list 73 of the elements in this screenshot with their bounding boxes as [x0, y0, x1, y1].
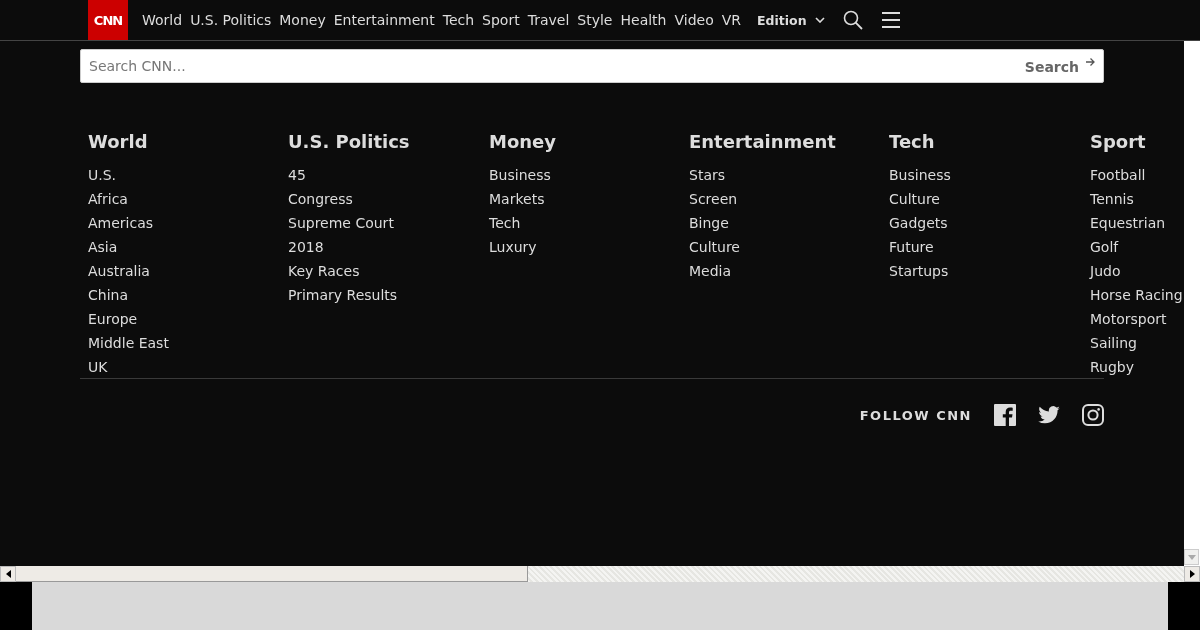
- section-link[interactable]: Tech: [489, 211, 689, 235]
- section-link[interactable]: Golf: [1090, 235, 1184, 259]
- section-link[interactable]: 2018: [288, 235, 489, 259]
- section-link[interactable]: UK: [88, 355, 288, 379]
- section-link[interactable]: Australia: [88, 259, 288, 283]
- nav-link[interactable]: VR: [721, 12, 741, 28]
- section-link[interactable]: Binge: [689, 211, 889, 235]
- search-button[interactable]: Search: [1024, 57, 1095, 75]
- menu-icon[interactable]: [880, 11, 901, 29]
- scrollbar-thumb[interactable]: [16, 566, 528, 582]
- section-link[interactable]: Equestrian: [1090, 211, 1184, 235]
- arrow-icon: [1085, 57, 1095, 67]
- section-link[interactable]: Screen: [689, 187, 889, 211]
- search-icon[interactable]: [842, 10, 863, 30]
- scroll-right-button[interactable]: [1184, 566, 1200, 582]
- scroll-left-button[interactable]: [0, 566, 16, 582]
- section-link[interactable]: China: [88, 283, 288, 307]
- twitter-icon[interactable]: [1038, 406, 1060, 424]
- nav-link[interactable]: Money: [279, 12, 326, 28]
- nav-link[interactable]: World: [142, 12, 183, 28]
- section-link[interactable]: Stars: [689, 163, 889, 187]
- nav-link[interactable]: Travel: [527, 12, 570, 28]
- section-link[interactable]: Markets: [489, 187, 689, 211]
- section-link[interactable]: Europe: [88, 307, 288, 331]
- section-heading-link[interactable]: U.S. Politics: [288, 131, 489, 152]
- section-heading-link[interactable]: Entertainment: [689, 131, 889, 152]
- logo[interactable]: CNN: [88, 0, 128, 40]
- section-link[interactable]: 45: [288, 163, 489, 187]
- section-heading-link[interactable]: World: [88, 131, 288, 152]
- section-link[interactable]: Culture: [889, 187, 1090, 211]
- caret-icon: [814, 17, 825, 23]
- section-link[interactable]: Tennis: [1090, 187, 1184, 211]
- section-link[interactable]: Horse Racing: [1090, 283, 1184, 307]
- section-link[interactable]: Key Races: [288, 259, 489, 283]
- left-arrow-icon: [5, 570, 11, 578]
- section-link[interactable]: Business: [889, 163, 1090, 187]
- section-link[interactable]: Gadgets: [889, 211, 1090, 235]
- section-link[interactable]: Middle East: [88, 331, 288, 355]
- section-link[interactable]: Luxury: [489, 235, 689, 259]
- nav-link[interactable]: Entertainment: [333, 12, 435, 28]
- nav-link[interactable]: Tech: [442, 12, 475, 28]
- section-heading-link[interactable]: Sport: [1090, 131, 1184, 152]
- down-arrow-icon: [1187, 554, 1196, 560]
- nav-link[interactable]: Style: [577, 12, 613, 28]
- right-arrow-icon: [1189, 570, 1195, 578]
- section-link[interactable]: Congress: [288, 187, 489, 211]
- section-link[interactable]: Football: [1090, 163, 1184, 187]
- section-link[interactable]: Primary Results: [288, 283, 489, 307]
- section-link[interactable]: Sailing: [1090, 331, 1184, 355]
- edition-menu-button[interactable]: Edition: [757, 12, 825, 28]
- section-link[interactable]: Future: [889, 235, 1090, 259]
- section-link[interactable]: Judo: [1090, 259, 1184, 283]
- nav-link[interactable]: Health: [620, 12, 667, 28]
- nav-link[interactable]: Sport: [482, 12, 520, 28]
- nav-link[interactable]: Video: [674, 12, 714, 28]
- section-link[interactable]: Culture: [689, 235, 889, 259]
- section-link[interactable]: Supreme Court: [288, 211, 489, 235]
- section-link[interactable]: Asia: [88, 235, 288, 259]
- section-link[interactable]: U.S.: [88, 163, 288, 187]
- section-heading-link[interactable]: Tech: [889, 131, 1090, 152]
- search-field[interactable]: Search CNN... Search: [80, 49, 1104, 83]
- section-link[interactable]: Media: [689, 259, 889, 283]
- section-link[interactable]: Africa: [88, 187, 288, 211]
- section-link[interactable]: Startups: [889, 259, 1090, 283]
- section-heading-link[interactable]: Money: [489, 131, 689, 152]
- follow-label: FOLLOW CNN: [859, 407, 972, 423]
- section-link[interactable]: Americas: [88, 211, 288, 235]
- facebook-icon[interactable]: [994, 404, 1016, 426]
- section-link[interactable]: Motorsport: [1090, 307, 1184, 331]
- section-link[interactable]: Rugby: [1090, 355, 1184, 379]
- instagram-icon[interactable]: [1082, 404, 1104, 426]
- nav-link[interactable]: U.S. Politics: [190, 12, 272, 28]
- section-link[interactable]: Business: [489, 163, 689, 187]
